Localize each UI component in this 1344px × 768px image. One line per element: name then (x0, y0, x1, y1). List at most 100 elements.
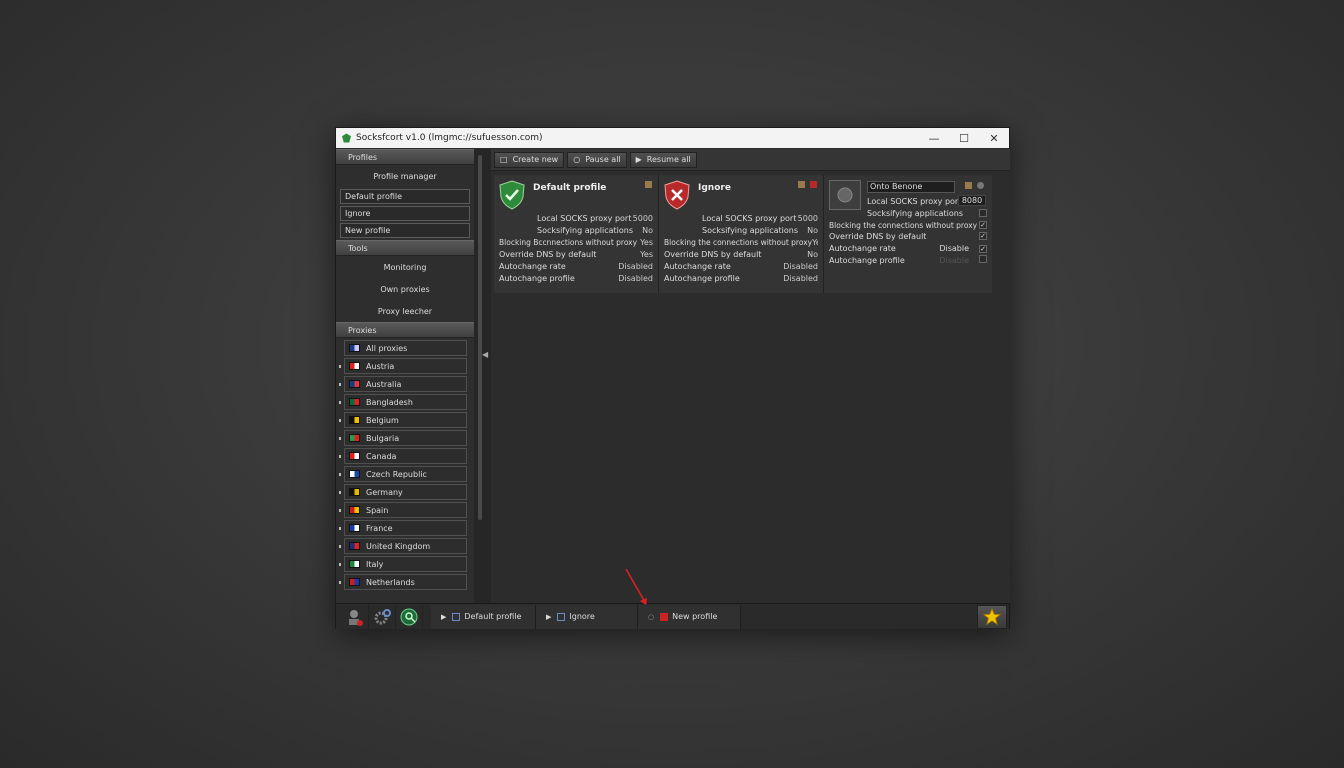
tool-monitoring[interactable]: Monitoring (336, 256, 474, 278)
pause-icon[interactable]: ○ (648, 613, 654, 621)
proxies-header[interactable]: Proxies (336, 322, 474, 338)
setting-value[interactable]: Disabled (783, 262, 818, 271)
setting-value[interactable]: Disabled (783, 274, 818, 283)
close-icon[interactable]: ✕ (979, 128, 1009, 148)
country-item[interactable]: Austria (339, 358, 467, 374)
pause-all-button[interactable]: ○ Pause all (567, 151, 627, 168)
block-checkbox[interactable]: ✓ (979, 221, 987, 229)
settings-icon[interactable] (977, 182, 984, 189)
maximize-icon[interactable]: ☐ (949, 128, 979, 148)
play-icon[interactable]: ▶ (441, 613, 446, 621)
play-icon[interactable]: ▶ (546, 613, 551, 621)
bottom-bar: ▶ Default profile ▶ Ignore ○ New profile (336, 603, 1009, 629)
setting-row: Blocking the connections without proxyYe… (664, 236, 818, 248)
country-item[interactable]: Bangladesh (339, 394, 467, 410)
setting-value[interactable]: No (807, 226, 818, 235)
country-label: All proxies (366, 343, 408, 353)
country-item[interactable]: Spain (339, 502, 467, 518)
sidebar-profile-ignore[interactable]: Ignore (340, 206, 470, 221)
window-title: Socksfcort v1.0 (lmgmc://sufuesson.com) (356, 133, 543, 143)
dns-checkbox[interactable]: ✓ (979, 232, 987, 240)
favorite-star-icon[interactable] (977, 605, 1007, 629)
country-label: Bulgaria (366, 433, 400, 443)
collapse-arrow-icon[interactable]: ◀ (482, 350, 488, 359)
search-globe-icon[interactable] (396, 604, 423, 629)
setting-value[interactable]: 5000 (798, 214, 818, 223)
country-label: Belgium (366, 415, 399, 425)
user-blocked-icon[interactable] (342, 604, 369, 629)
socks-checkbox[interactable] (979, 209, 987, 217)
profile-change-checkbox[interactable] (979, 255, 987, 263)
edit-icon[interactable] (798, 181, 805, 188)
setting-value[interactable]: Disabled (618, 262, 653, 271)
profile-card-ignore[interactable]: Ignore Local SOCKS proxy port 5000 Socksif… (659, 175, 824, 293)
bottom-tab-new[interactable]: ○ New profile (638, 604, 741, 629)
rate-value[interactable]: Disable (939, 244, 969, 253)
expand-dot-icon[interactable] (339, 455, 341, 458)
sidebar-profile-default[interactable]: Default profile (340, 189, 470, 204)
expand-dot-icon[interactable] (339, 563, 341, 566)
resume-all-button[interactable]: ▶ Resume all (629, 151, 697, 168)
country-item[interactable]: Australia (339, 376, 467, 392)
country-item[interactable]: United Kingdom (339, 538, 467, 554)
expand-dot-icon[interactable] (339, 509, 341, 512)
edit-icon[interactable] (645, 181, 652, 188)
country-item[interactable]: Bulgaria (339, 430, 467, 446)
expand-dot-icon[interactable] (339, 581, 341, 584)
flag-icon (349, 434, 360, 442)
expand-dot-icon[interactable] (339, 545, 341, 548)
country-item[interactable]: Germany (339, 484, 467, 500)
sidebar-profile-new[interactable]: New profile (340, 223, 470, 238)
profile-name: Default profile (533, 183, 607, 193)
country-item[interactable]: Czech Republic (339, 466, 467, 482)
country-item[interactable]: Netherlands (339, 574, 467, 590)
country-item[interactable]: Canada (339, 448, 467, 464)
profiles-header[interactable]: Profiles (336, 149, 474, 165)
bottom-tab-default[interactable]: ▶ Default profile (431, 604, 536, 629)
expand-dot-icon[interactable] (339, 473, 341, 476)
setting-value[interactable]: No (807, 250, 818, 259)
country-item[interactable]: Italy (339, 556, 467, 572)
title-bar: Socksfcort v1.0 (lmgmc://sufuesson.com) … (336, 128, 1009, 148)
expand-dot-icon[interactable] (339, 401, 341, 404)
profile-name-input[interactable]: Onto Benone (867, 181, 955, 193)
setting-value[interactable]: Yes (812, 238, 818, 247)
port-input[interactable]: 8080 (958, 195, 986, 206)
setting-label: Blocking Bccnnections without proxy (499, 237, 638, 247)
create-new-button[interactable]: □ Create new (494, 151, 565, 168)
setting-row: Override DNS by default Yes (499, 248, 653, 260)
bottom-tab-ignore[interactable]: ▶ Ignore (536, 604, 638, 629)
setting-value[interactable]: Yes (640, 238, 653, 247)
setting-value[interactable]: Yes (640, 250, 653, 259)
profile-card-new[interactable]: Onto Benone Local SOCKS proxy port 8080 … (824, 175, 992, 293)
settings-icon[interactable] (369, 604, 396, 629)
profile-change-value[interactable]: Disable (939, 256, 969, 265)
country-item[interactable]: France (339, 520, 467, 536)
country-label: Czech Republic (366, 469, 427, 479)
expand-dot-icon[interactable] (339, 419, 341, 422)
country-label: United Kingdom (366, 541, 431, 551)
country-list: All proxies Austria Australia Bangladesh Bel… (336, 340, 474, 590)
expand-dot-icon[interactable] (339, 491, 341, 494)
sidebar-scrollbar[interactable] (474, 149, 491, 603)
expand-dot-icon[interactable] (339, 365, 341, 368)
expand-dot-icon[interactable] (339, 383, 341, 386)
profile-card-default[interactable]: Default profile Local SOCKS proxy port 50… (494, 175, 659, 293)
country-item[interactable]: All proxies (344, 340, 467, 356)
tool-proxy-leecher[interactable]: Proxy leecher (336, 300, 474, 322)
tool-own-proxies[interactable]: Own proxies (336, 278, 474, 300)
minimize-icon[interactable]: — (919, 128, 949, 148)
scrollbar-thumb[interactable] (478, 155, 482, 520)
country-item[interactable]: Belgium (339, 412, 467, 428)
profile-manager-link[interactable]: Profile manager (336, 165, 474, 187)
setting-value[interactable]: No (642, 226, 653, 235)
setting-value[interactable]: Disabled (618, 274, 653, 283)
rate-checkbox[interactable]: ✓ (979, 244, 987, 253)
setting-value[interactable]: 5000 (633, 214, 653, 223)
delete-icon[interactable] (810, 181, 817, 188)
expand-dot-icon[interactable] (339, 437, 341, 440)
edit-icon[interactable] (965, 182, 972, 189)
tools-header[interactable]: Tools (336, 240, 474, 256)
setting-row: Override DNS by default No (664, 248, 818, 260)
expand-dot-icon[interactable] (339, 527, 341, 530)
